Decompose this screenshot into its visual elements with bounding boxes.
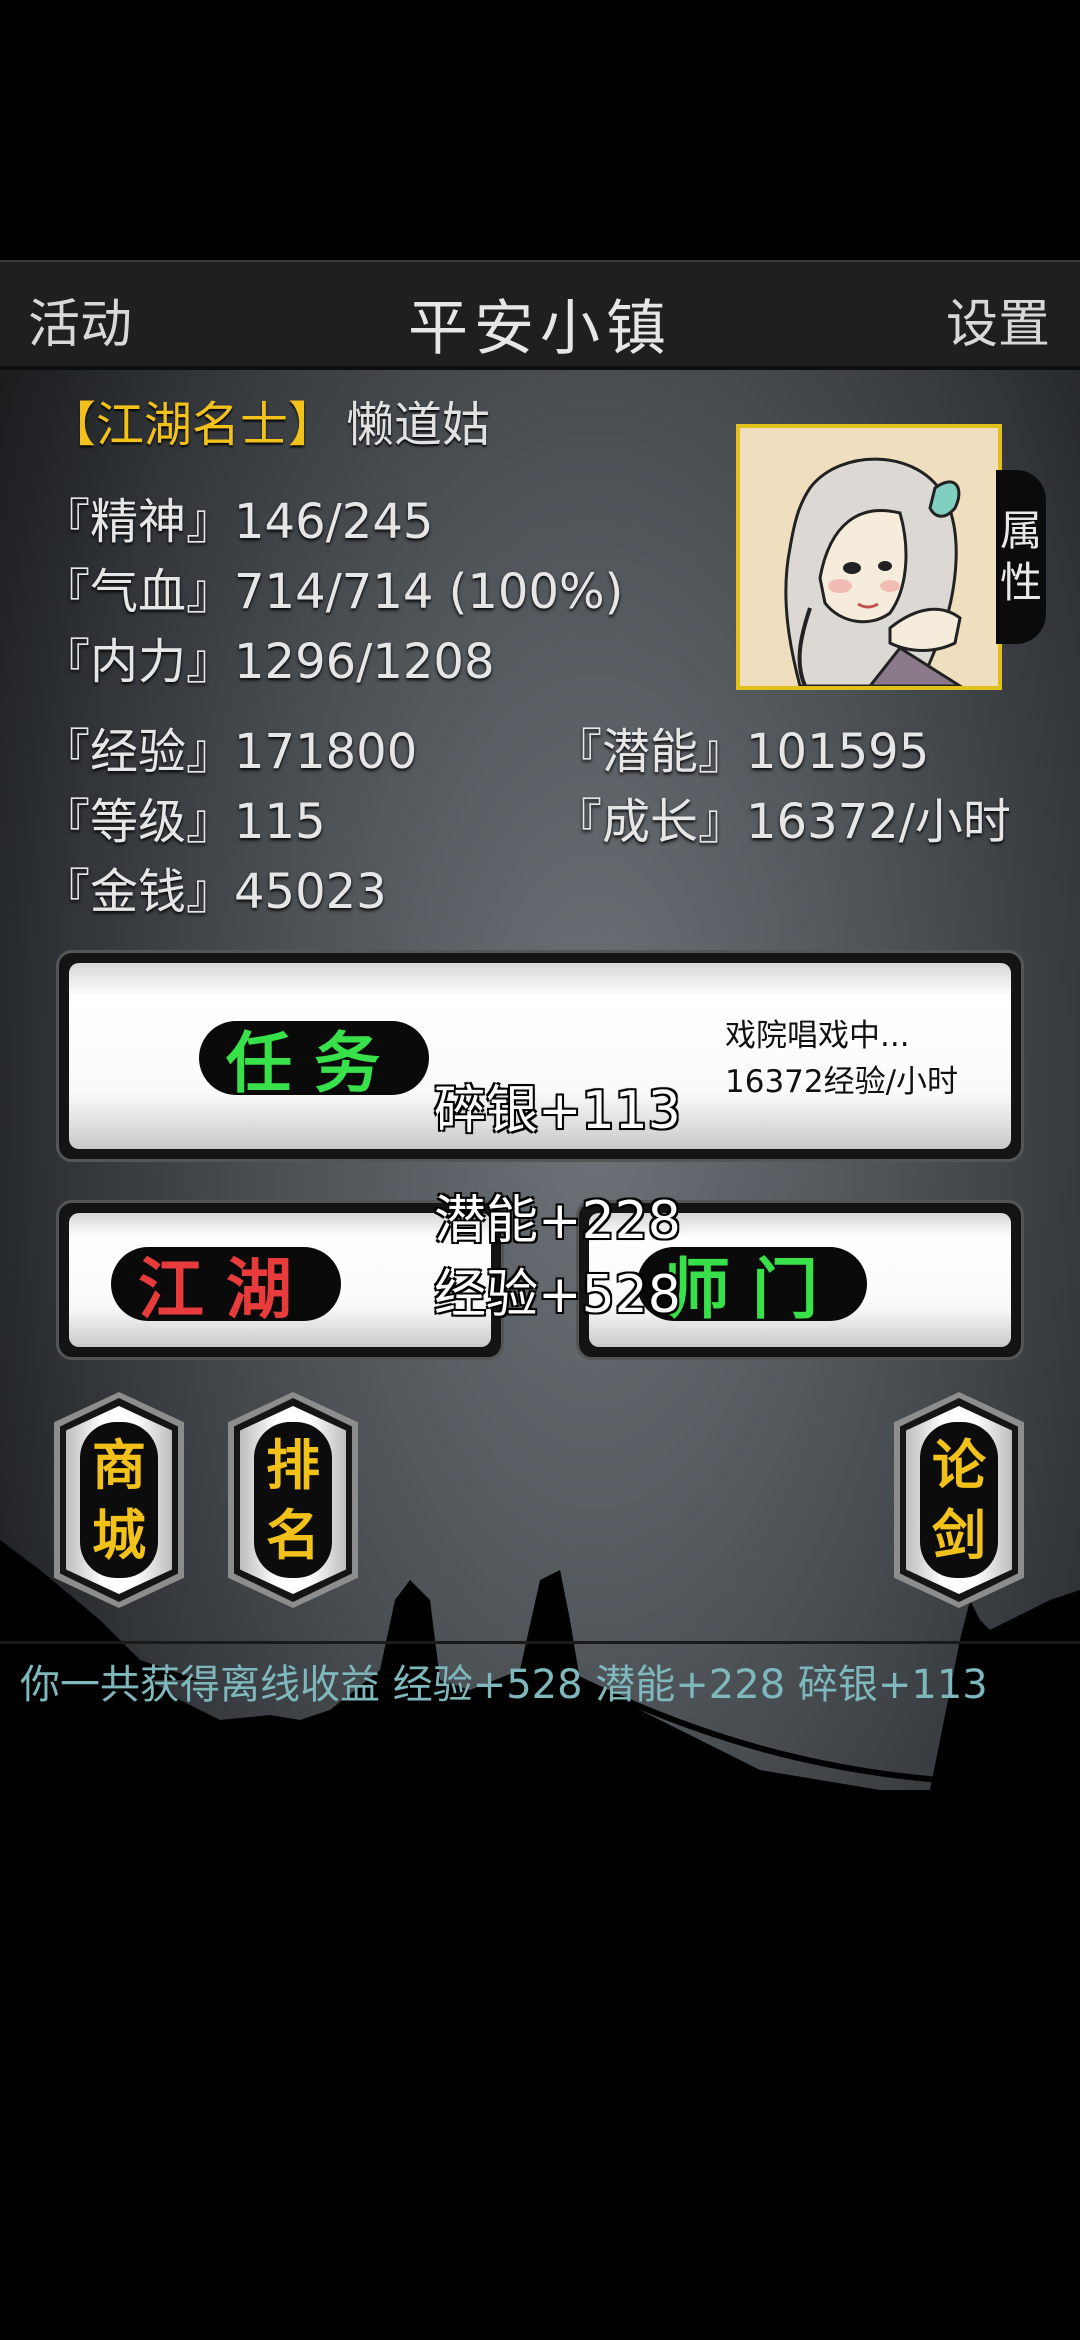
task-status: 戏院唱戏中... <box>725 1018 910 1054</box>
stat-qianneng: 『潜能』101595 <box>554 724 930 780</box>
ranking-button-label: 排 名 <box>254 1422 332 1578</box>
stat-qixue: 『气血』714/714 (100%) <box>42 564 624 620</box>
task-button[interactable]: 任务 <box>199 1021 429 1102</box>
task-rate: 16372经验/小时 <box>725 1064 959 1100</box>
duel-char1: 论 <box>932 1433 986 1497</box>
ranking-char1: 排 <box>266 1433 320 1497</box>
stat-jingyan: 『经验』171800 <box>42 724 418 780</box>
jianghu-button[interactable]: 江湖 <box>111 1247 341 1328</box>
portrait-icon <box>740 428 998 686</box>
log-divider <box>0 1641 1080 1644</box>
shop-button-label: 商 城 <box>80 1422 158 1578</box>
stat-dengji: 『等级』115 <box>42 794 326 850</box>
player-name: 懒道姑 <box>346 397 491 453</box>
duel-char2: 剑 <box>932 1503 986 1567</box>
float-suiyin: 碎银+113 <box>434 1081 681 1141</box>
shop-button[interactable]: 商 城 <box>54 1392 184 1608</box>
shop-char1: 商 <box>92 1433 146 1497</box>
stat-neili: 『内力』1296/1208 <box>42 634 495 690</box>
duel-button[interactable]: 论 剑 <box>894 1392 1024 1608</box>
stat-jingshen: 『精神』146/245 <box>42 494 434 550</box>
float-jingyan: 经验+528 <box>434 1265 681 1325</box>
character-portrait[interactable] <box>736 424 1002 690</box>
attributes-tab-char1: 属 <box>999 506 1042 555</box>
player-title-badge: 【江湖名士】 <box>48 397 337 453</box>
settings-button[interactable]: 设置 <box>946 282 1050 357</box>
ranking-char2: 名 <box>266 1503 320 1567</box>
stat-jinqian: 『金钱』45023 <box>42 864 387 920</box>
attributes-tab-char2: 性 <box>999 558 1042 607</box>
location-title: 平安小镇 <box>408 294 672 364</box>
attributes-tab[interactable]: 属 性 <box>996 470 1046 644</box>
top-bar: 活动 平安小镇 设置 <box>0 260 1080 370</box>
shop-char2: 城 <box>92 1503 146 1567</box>
stat-chengzhang: 『成长』16372/小时 <box>554 794 1011 850</box>
ranking-button[interactable]: 排 名 <box>228 1392 358 1608</box>
duel-button-label: 论 剑 <box>920 1422 998 1578</box>
offline-reward-log: 你一共获得离线收益 经验+528 潜能+228 碎银+113 <box>20 1662 988 1708</box>
float-qianneng: 潜能+228 <box>434 1191 681 1251</box>
